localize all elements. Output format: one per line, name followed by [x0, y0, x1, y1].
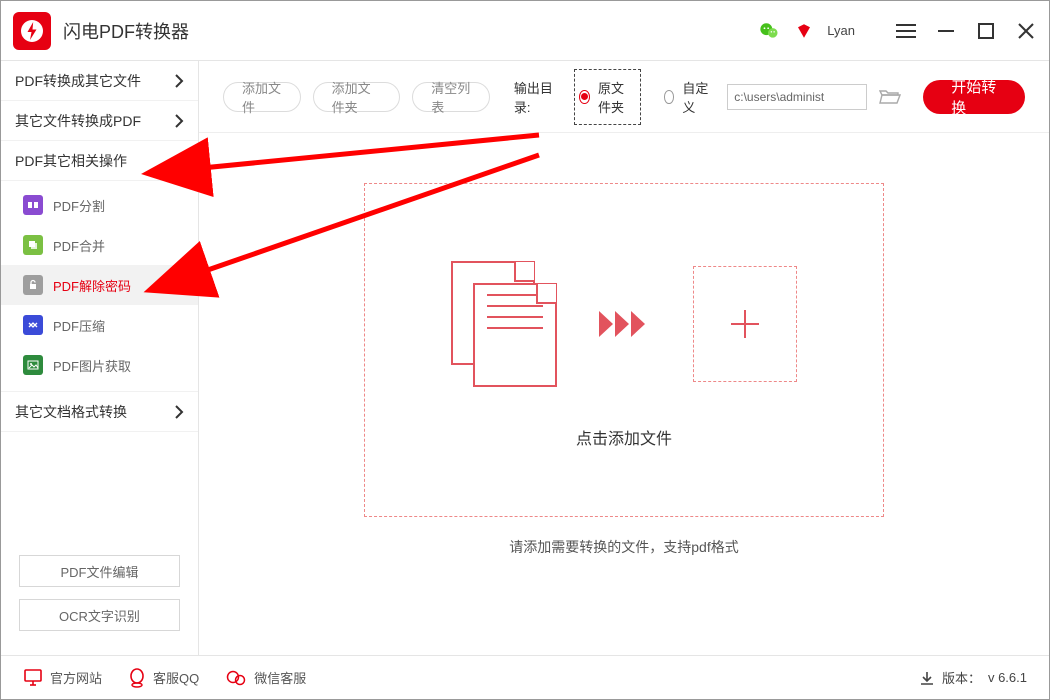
close-button[interactable] — [1015, 20, 1037, 42]
monitor-icon — [23, 669, 43, 687]
user-name: Lyan — [827, 23, 855, 38]
sidebar-group-from-other[interactable]: 其它文件转换成PDF — [1, 101, 198, 141]
toolbar: 添加文件 添加文件夹 清空列表 输出目录: 原文件夹 自定义 — [199, 61, 1049, 133]
radio-source-folder[interactable]: 原文件夹 — [574, 69, 640, 125]
footer-link-label: 客服QQ — [153, 668, 199, 687]
lightning-icon — [20, 19, 44, 43]
footer-link-label: 微信客服 — [254, 668, 306, 687]
app-title: 闪电PDF转换器 — [63, 18, 189, 44]
version-label: 版本： — [942, 668, 981, 687]
main-area: PDF转换成其它文件 其它文件转换成PDF PDF其它相关操作 PDF分割 — [1, 61, 1049, 655]
wechat-icon[interactable] — [759, 20, 781, 42]
sidebar: PDF转换成其它文件 其它文件转换成PDF PDF其它相关操作 PDF分割 — [1, 61, 199, 655]
sidebar-item-pdf-compress[interactable]: PDF压缩 — [1, 305, 198, 345]
footer: 官方网站 客服QQ 微信客服 版本： v 6.6.1 — [1, 655, 1049, 699]
chevron-right-icon — [174, 74, 184, 88]
drop-zone[interactable]: 点击添加文件 — [364, 183, 884, 517]
sidebar-group-label: PDF其它相关操作 — [15, 151, 127, 171]
folder-open-icon — [879, 88, 901, 106]
sidebar-item-label: PDF图片获取 — [53, 356, 131, 375]
add-folder-button[interactable]: 添加文件夹 — [313, 82, 401, 112]
gem-icon[interactable] — [795, 22, 813, 40]
browse-folder-button[interactable] — [879, 86, 901, 108]
app-logo — [13, 12, 51, 50]
image-icon — [23, 355, 43, 375]
chevron-right-icon — [174, 114, 184, 128]
footer-wechat-link[interactable]: 微信客服 — [225, 668, 306, 687]
menu-button[interactable] — [895, 20, 917, 42]
split-icon — [23, 195, 43, 215]
sidebar-group-doc-conv[interactable]: 其它文档格式转换 — [1, 392, 198, 432]
drop-illustration — [451, 261, 797, 387]
ocr-button[interactable]: OCR文字识别 — [19, 599, 180, 631]
sidebar-group-label: 其它文件转换成PDF — [15, 111, 141, 131]
sidebar-group-pdf-ops[interactable]: PDF其它相关操作 — [1, 141, 198, 181]
start-convert-button[interactable]: 开始转换 — [923, 80, 1025, 114]
titlebar: 闪电PDF转换器 Lyan — [1, 1, 1049, 61]
output-dir-label: 输出目录: — [514, 78, 556, 116]
radio-label: 原文件夹 — [598, 78, 636, 116]
version-value: v 6.6.1 — [988, 670, 1027, 685]
sidebar-group-label: PDF转换成其它文件 — [15, 71, 141, 91]
radio-icon — [664, 90, 675, 104]
minimize-button[interactable] — [935, 20, 957, 42]
maximize-button[interactable] — [975, 20, 997, 42]
sidebar-item-label: PDF解除密码 — [53, 276, 131, 295]
close-icon — [1018, 23, 1034, 39]
unlock-icon — [23, 275, 43, 295]
minimize-icon — [937, 22, 955, 40]
version-info[interactable]: 版本： v 6.6.1 — [919, 668, 1027, 687]
sidebar-sublist-pdf-ops: PDF分割 PDF合并 PDF解除密码 — [1, 181, 198, 392]
sidebar-item-pdf-decrypt[interactable]: PDF解除密码 — [1, 265, 198, 305]
wechat-outline-icon — [225, 669, 247, 687]
radio-custom-folder[interactable]: 自定义 — [659, 77, 716, 117]
content-area: 添加文件 添加文件夹 清空列表 输出目录: 原文件夹 自定义 — [199, 61, 1049, 655]
sidebar-item-pdf-merge[interactable]: PDF合并 — [1, 225, 198, 265]
footer-link-label: 官方网站 — [50, 668, 102, 687]
clear-list-button[interactable]: 清空列表 — [412, 82, 490, 112]
sidebar-item-pdf-split[interactable]: PDF分割 — [1, 185, 198, 225]
output-path-input[interactable] — [727, 84, 867, 110]
merge-icon — [23, 235, 43, 255]
arrows-right-icon — [597, 307, 657, 341]
plus-icon — [693, 266, 797, 382]
sidebar-bottom: PDF文件编辑 OCR文字识别 — [1, 545, 198, 655]
footer-qq-link[interactable]: 客服QQ — [128, 668, 199, 688]
hint-text: 请添加需要转换的文件，支持pdf格式 — [199, 537, 1049, 557]
sidebar-item-label: PDF合并 — [53, 236, 105, 255]
pdf-edit-button[interactable]: PDF文件编辑 — [19, 555, 180, 587]
documents-icon — [451, 261, 561, 387]
sidebar-item-label: PDF分割 — [53, 196, 105, 215]
radio-icon — [579, 90, 590, 104]
radio-label: 自定义 — [682, 78, 710, 116]
hamburger-icon — [896, 23, 916, 39]
drop-zone-text: 点击添加文件 — [576, 425, 672, 449]
app-window: 闪电PDF转换器 Lyan — [0, 0, 1050, 700]
sidebar-group-label: 其它文档格式转换 — [15, 402, 127, 422]
sidebar-item-pdf-images[interactable]: PDF图片获取 — [1, 345, 198, 385]
maximize-icon — [978, 23, 994, 39]
footer-website-link[interactable]: 官方网站 — [23, 668, 102, 687]
add-file-button[interactable]: 添加文件 — [223, 82, 301, 112]
download-icon — [919, 670, 935, 686]
chevron-down-icon — [170, 156, 184, 166]
chevron-right-icon — [174, 405, 184, 419]
qq-icon — [128, 668, 146, 688]
compress-icon — [23, 315, 43, 335]
sidebar-item-label: PDF压缩 — [53, 316, 105, 335]
sidebar-group-to-other[interactable]: PDF转换成其它文件 — [1, 61, 198, 101]
